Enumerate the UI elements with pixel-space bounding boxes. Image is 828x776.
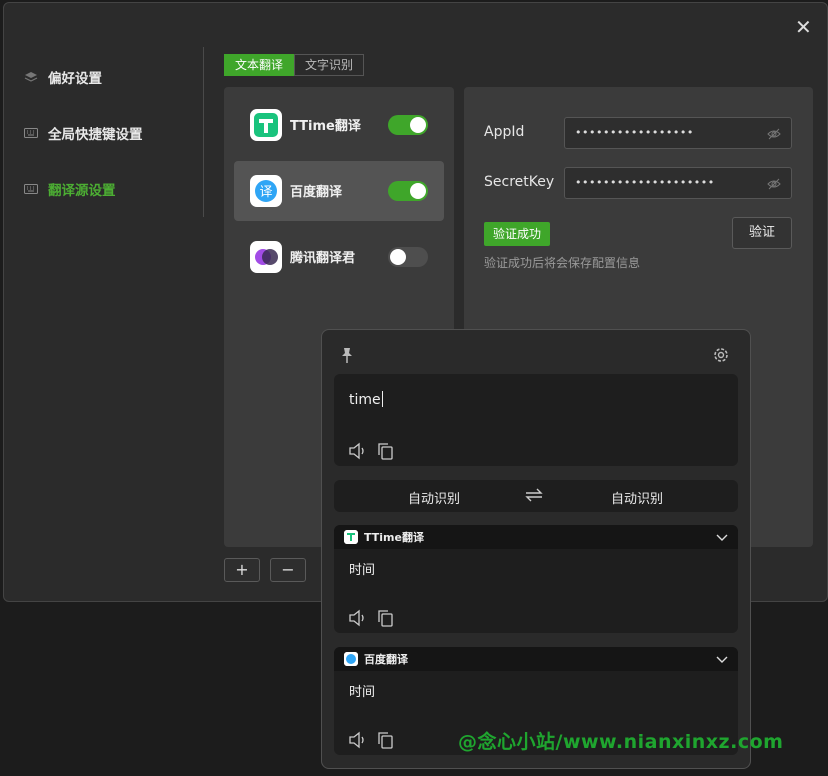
result-text: 时间 xyxy=(349,685,376,700)
secretkey-label: SecretKey xyxy=(484,174,555,190)
swap-icon[interactable] xyxy=(524,486,544,504)
ttime-logo-icon xyxy=(344,530,358,544)
appid-label: AppId xyxy=(484,124,525,140)
target-language-select[interactable]: 自动识别 xyxy=(611,488,663,507)
baidu-logo-icon xyxy=(344,652,358,666)
gear-icon[interactable] xyxy=(712,346,730,364)
eye-off-icon[interactable] xyxy=(767,177,781,191)
source-language-select[interactable]: 自动识别 xyxy=(408,488,460,507)
sidebar-item-translation-sources[interactable]: 翻译源设置 xyxy=(24,179,116,199)
sidebar-item-label: 偏好设置 xyxy=(48,71,102,87)
source-name: 百度翻译 xyxy=(290,185,343,200)
verify-hint: 验证成功后将会保存配置信息 xyxy=(484,256,641,270)
tab-ocr[interactable]: 文字识别 xyxy=(294,54,365,76)
keyboard-icon xyxy=(24,184,38,194)
watermark: @念心小站/www.nianxinxz.com xyxy=(458,731,784,753)
source-item-ttime[interactable]: TTime翻译 xyxy=(234,95,444,155)
tab-bar: 文本翻译 文字识别 xyxy=(224,54,365,76)
sidebar-item-label: 翻译源设置 xyxy=(48,183,116,199)
svg-text:译: 译 xyxy=(259,185,272,200)
eye-off-icon[interactable] xyxy=(767,127,781,141)
source-text: time xyxy=(349,392,381,408)
keyboard-icon xyxy=(24,128,38,138)
secretkey-field[interactable]: •••••••••••••••••••• xyxy=(564,167,792,199)
verify-status-badge: 验证成功 xyxy=(484,222,551,246)
source-name: 腾讯翻译君 xyxy=(290,251,356,266)
layers-icon xyxy=(24,72,38,82)
chevron-down-icon[interactable] xyxy=(716,532,728,542)
sidebar: 偏好设置 全局快捷键设置 翻译源设置 xyxy=(4,47,204,217)
speaker-icon[interactable] xyxy=(348,442,368,460)
result-text: 时间 xyxy=(349,563,376,578)
result-provider: 百度翻译 xyxy=(364,653,408,666)
secretkey-value: •••••••••••••••••••• xyxy=(575,176,715,189)
source-toggle[interactable] xyxy=(388,115,428,135)
baidu-logo-icon: 译 xyxy=(250,175,282,207)
language-bar: 自动识别 自动识别 xyxy=(334,480,738,512)
remove-source-button[interactable]: − xyxy=(270,558,306,582)
translation-popup: time 自动识别 自动识别 TTime翻译 时间 百度翻译 时间 xyxy=(321,329,751,769)
result-provider: TTime翻译 xyxy=(364,531,424,544)
source-toggle[interactable] xyxy=(388,181,428,201)
source-item-baidu[interactable]: 译 百度翻译 xyxy=(234,161,444,221)
verify-button[interactable]: 验证 xyxy=(732,217,792,249)
result-card-ttime: TTime翻译 时间 xyxy=(334,525,738,633)
appid-value: ••••••••••••••••• xyxy=(575,126,694,139)
tab-text-translation[interactable]: 文本翻译 xyxy=(224,54,295,76)
copy-icon[interactable] xyxy=(376,731,396,749)
source-toggle[interactable] xyxy=(388,247,428,267)
sidebar-item-preferences[interactable]: 偏好设置 xyxy=(24,67,102,87)
pin-icon[interactable] xyxy=(338,346,356,364)
source-name: TTime翻译 xyxy=(290,119,361,134)
tencent-logo-icon xyxy=(250,241,282,273)
source-text-input[interactable]: time xyxy=(334,374,738,466)
speaker-icon[interactable] xyxy=(348,609,368,627)
sidebar-item-label: 全局快捷键设置 xyxy=(48,127,143,143)
source-item-tencent[interactable]: 腾讯翻译君 xyxy=(234,227,444,287)
appid-field[interactable]: ••••••••••••••••• xyxy=(564,117,792,149)
copy-icon[interactable] xyxy=(376,609,396,627)
speaker-icon[interactable] xyxy=(348,731,368,749)
result-header[interactable]: 百度翻译 xyxy=(334,647,738,671)
close-button[interactable]: ✕ xyxy=(795,17,812,37)
chevron-down-icon[interactable] xyxy=(716,654,728,664)
result-header[interactable]: TTime翻译 xyxy=(334,525,738,549)
ttime-logo-icon xyxy=(250,109,282,141)
sidebar-item-shortcuts[interactable]: 全局快捷键设置 xyxy=(24,123,143,143)
add-source-button[interactable]: + xyxy=(224,558,260,582)
copy-icon[interactable] xyxy=(376,442,396,460)
text-caret xyxy=(381,391,383,407)
